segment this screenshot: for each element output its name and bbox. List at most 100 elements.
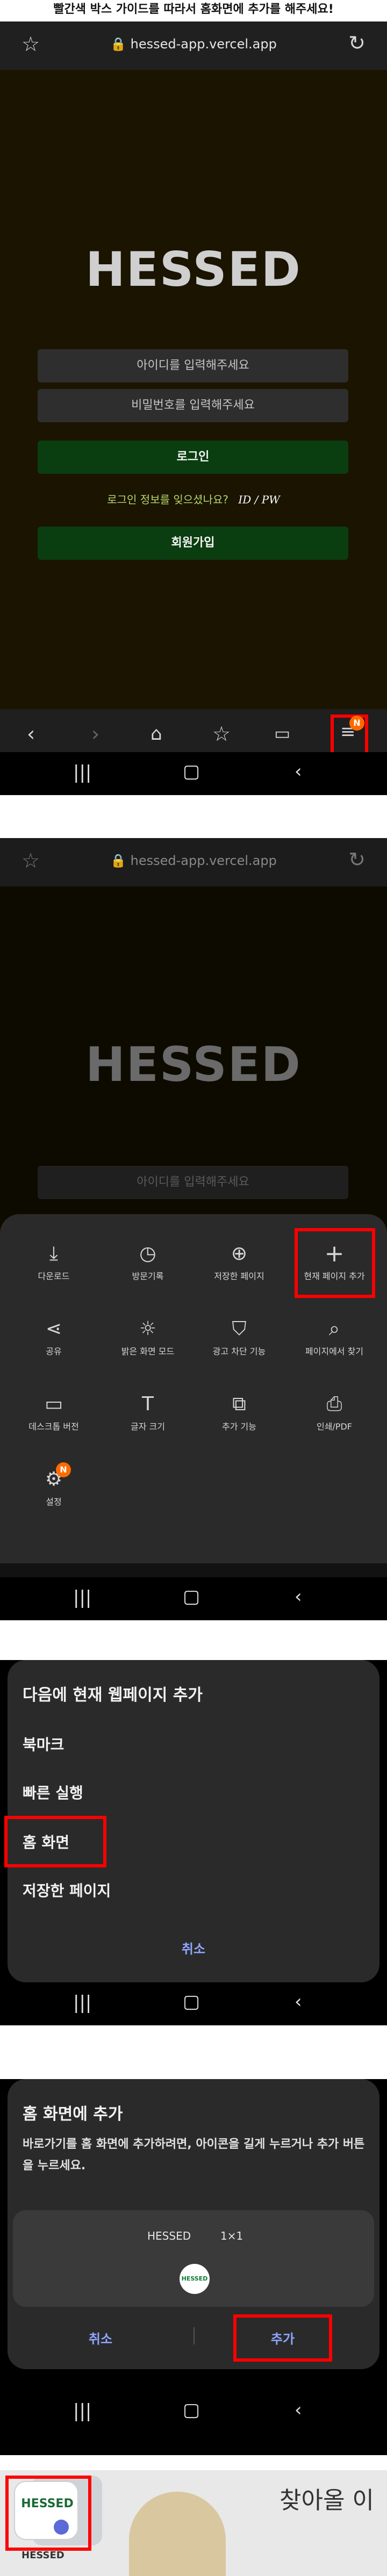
home-dialog-title: 홈 화면에 추가: [23, 2105, 123, 2124]
tabs-icon[interactable]: ▭: [274, 723, 290, 744]
system-nav-bar: ||| ▢ ‹: [0, 2391, 387, 2434]
menu-share[interactable]: ⋖ 공유: [5, 1316, 102, 1357]
home-icon[interactable]: ⌂: [150, 723, 162, 745]
browser-menu-sheet: ⤓ 다운로드 ◷ 방문기록 ⊕ 저장한 페이지 + 현재 페이지 추가 ⋖ 공유…: [0, 1214, 387, 1563]
option-home-screen[interactable]: 홈 화면: [23, 1831, 69, 1852]
home-nav-icon[interactable]: ▢: [183, 1991, 200, 2012]
home-nav-icon[interactable]: ▢: [183, 1586, 200, 1607]
recent-apps-icon[interactable]: |||: [73, 1587, 91, 1608]
option-bookmark[interactable]: 북마크: [23, 1733, 64, 1755]
printer-icon: ⎙: [326, 1393, 342, 1415]
globe-icon: ⊕: [231, 1243, 248, 1265]
add-dialog-title: 다음에 현재 웹페이지 추가: [23, 1686, 203, 1705]
back-nav-icon[interactable]: ‹: [295, 1586, 302, 1607]
home-dialog-cancel-button[interactable]: 취소: [8, 2328, 194, 2347]
menu-add-ons[interactable]: ⧉ 추가 기능: [191, 1391, 288, 1432]
home-dialog-description: 바로가기를 홈 화면에 추가하려면, 아이콘을 길게 누르거나 추가 버튼을 누…: [23, 2138, 365, 2173]
download-icon: ⤓: [49, 1243, 58, 1265]
menu-settings[interactable]: ⚙ 설정: [5, 1467, 102, 1507]
system-nav-bar: ||| ▢ ‹: [0, 1982, 387, 2025]
home-app-label: HESSED: [22, 2550, 64, 2561]
forgot-row: 로그인 정보를 잊으셨나요? ID / PW: [0, 491, 387, 507]
shortcut-preview-card[interactable]: HESSED 1×1 HESSED: [13, 2210, 374, 2307]
back-nav-icon[interactable]: ‹: [295, 1991, 302, 2012]
notification-badge: N: [349, 716, 364, 731]
home-nav-icon[interactable]: ▢: [183, 761, 200, 782]
back-nav-icon[interactable]: ‹: [295, 761, 302, 782]
menu-print-pdf[interactable]: ⎙ 인쇄/PDF: [286, 1391, 383, 1432]
home-nav-icon[interactable]: ▢: [183, 2399, 200, 2421]
home-screen-preview: HESSED HESSED 찾아올 이: [0, 2470, 387, 2576]
option-quick-access[interactable]: 빠른 실행: [23, 1781, 83, 1803]
menu-desktop-version[interactable]: ▭ 데스크톱 버전: [5, 1391, 102, 1432]
lock-icon: 🔒: [110, 37, 127, 52]
clock-icon: ◷: [139, 1243, 156, 1265]
illustration-character: [129, 2492, 226, 2576]
menu-find-in-page[interactable]: ⌕ 페이지에서 찾기: [286, 1316, 383, 1357]
screen-1: ☆ 🔒 hessed-app.vercel.app ↻ HESSED 아이디를 …: [0, 21, 387, 795]
settings-badge: N: [56, 1462, 71, 1477]
home-dialog-add-button[interactable]: 추가: [233, 2328, 332, 2347]
browser-urlbar: ☆ 🔒 hessed-app.vercel.app ↻: [0, 21, 387, 70]
menu-ad-block[interactable]: ⛉ 광고 차단 기능: [191, 1316, 288, 1357]
forgot-text: 로그인 정보를 잊으셨나요?: [107, 493, 228, 506]
app-logo: HESSED: [85, 242, 302, 297]
menu-text-size[interactable]: T 글자 크기: [99, 1391, 196, 1432]
refresh-icon[interactable]: ↻: [348, 848, 366, 871]
menu-saved-pages[interactable]: ⊕ 저장한 페이지: [191, 1241, 288, 1282]
lock-icon: 🔒: [110, 853, 127, 868]
browser-badge-icon: [54, 2520, 69, 2535]
illustration-text: 찾아올 이: [280, 2487, 374, 2514]
login-button[interactable]: 로그인: [38, 441, 348, 474]
bookmark-star-icon[interactable]: ☆: [212, 722, 231, 746]
home-app-icon[interactable]: HESSED: [14, 2481, 78, 2540]
menu-history[interactable]: ◷ 방문기록: [99, 1241, 196, 1282]
option-saved-pages[interactable]: 저장한 페이지: [23, 1879, 111, 1901]
screen-3: 다음에 현재 웹페이지 추가 북마크 빠른 실행 홈 화면 저장한 페이지 취소…: [0, 1660, 387, 2025]
addon-icon: ⧉: [232, 1393, 246, 1415]
shortcut-app-icon: HESSED: [180, 2264, 210, 2294]
text-size-icon: T: [142, 1393, 154, 1415]
home-app-icon-logo: HESSED: [21, 2497, 74, 2510]
add-page-dialog: 다음에 현재 웹페이지 추가 북마크 빠른 실행 홈 화면 저장한 페이지 취소: [4, 1660, 379, 1982]
system-nav-bar: ||| ▢ ‹: [0, 1577, 387, 1620]
url-text[interactable]: 🔒 hessed-app.vercel.app: [0, 37, 387, 52]
forgot-link[interactable]: ID / PW: [238, 493, 280, 506]
menu-light-mode[interactable]: ☼ 밝은 화면 모드: [99, 1316, 196, 1357]
screen-4: 홈 화면에 추가 바로가기를 홈 화면에 추가하려면, 아이콘을 길게 누르거나…: [0, 2079, 387, 2455]
share-icon: ⋖: [45, 1318, 62, 1340]
menu-downloads[interactable]: ⤓ 다운로드: [5, 1241, 102, 1282]
shield-icon: ⛉: [232, 1318, 247, 1340]
shortcut-size: 1×1: [220, 2229, 243, 2242]
recent-apps-icon[interactable]: |||: [73, 1992, 91, 2014]
find-icon: ⌕: [328, 1318, 340, 1340]
add-to-home-dialog: 홈 화면에 추가 바로가기를 홈 화면에 추가하려면, 아이콘을 길게 누르거나…: [8, 2079, 379, 2369]
add-dialog-cancel-button[interactable]: 취소: [8, 1938, 379, 1957]
gear-icon: ⚙: [45, 1468, 63, 1490]
back-nav-icon[interactable]: ‹: [295, 2399, 302, 2421]
back-arrow-icon[interactable]: ‹: [27, 722, 35, 746]
recent-apps-icon[interactable]: |||: [73, 2400, 91, 2422]
sun-icon: ☼: [139, 1318, 157, 1340]
desktop-icon: ▭: [44, 1393, 63, 1415]
id-input[interactable]: 아이디를 입력해주세요: [38, 349, 348, 383]
shortcut-app-name: HESSED: [147, 2229, 191, 2242]
url-text-label: hessed-app.vercel.app: [130, 37, 277, 52]
button-divider: [194, 2327, 195, 2344]
url-text-label: hessed-app.vercel.app: [130, 853, 277, 868]
plus-icon: +: [324, 1240, 345, 1267]
website-content: HESSED 아이디를 입력해주세요 비밀번호를 입력해주세요 로그인 로그인 …: [0, 70, 387, 709]
refresh-icon[interactable]: ↻: [348, 31, 366, 55]
forward-arrow-icon[interactable]: ›: [91, 722, 99, 746]
browser-urlbar-dim: ☆ 🔒 hessed-app.vercel.app ↻: [0, 838, 387, 886]
system-nav-bar: ||| ▢ ‹: [0, 752, 387, 795]
password-input[interactable]: 비밀번호를 입력해주세요: [38, 389, 348, 422]
id-input-dim: 아이디를 입력해주세요: [38, 1166, 348, 1199]
instruction-text: 빨간색 박스 가이드를 따라서 홈화면에 추가를 해주세요!: [53, 3, 334, 16]
app-logo-dim: HESSED: [85, 1037, 302, 1092]
recent-apps-icon[interactable]: |||: [73, 762, 91, 783]
menu-add-current-page[interactable]: + 현재 페이지 추가: [286, 1241, 383, 1282]
url-text-dim[interactable]: 🔒 hessed-app.vercel.app: [0, 853, 387, 868]
signup-button[interactable]: 회원가입: [38, 526, 348, 560]
screen-2: ☆ 🔒 hessed-app.vercel.app ↻ HESSED 아이디를 …: [0, 838, 387, 1620]
